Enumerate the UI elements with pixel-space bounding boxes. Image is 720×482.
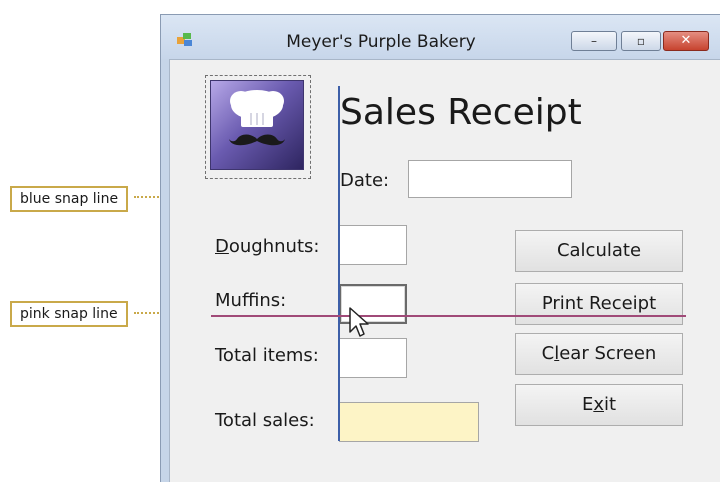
total-items-label: Total items: [215,345,319,366]
clear-post: ear Screen [559,343,657,364]
clear-pre: C [541,343,555,364]
maximize-button[interactable]: ▫ [621,31,661,51]
total-items-textbox[interactable] [339,338,407,378]
clear-screen-button[interactable]: Clear Screen [515,333,683,375]
total-sales-label: Total sales: [215,410,315,431]
maximize-icon: ▫ [636,34,646,48]
total-sales-textbox[interactable] [339,402,479,442]
close-icon: ✕ [680,33,692,48]
callout-blue-snap-line: blue snap line [10,186,129,212]
muffins-label: Muffins: [215,290,287,311]
exit-pre: E [581,394,594,415]
doughnuts-textbox[interactable] [339,225,407,265]
window-title: Meyer's Purple Bakery [286,32,476,52]
minimize-button[interactable]: – [571,31,617,51]
mouse-pointer-icon [349,307,369,337]
calculate-button[interactable]: Calculate [515,230,683,272]
blue-snap-line [338,86,340,441]
doughnuts-mnemonic: D [215,236,229,257]
exit-mnemonic: x [593,394,604,415]
doughnuts-label: Doughnuts: [215,236,319,257]
exit-button[interactable]: Exit [515,384,683,426]
close-button[interactable]: ✕ [663,31,709,51]
chef-hat-mustache-icon [229,90,285,146]
doughnuts-label-text: oughnuts: [228,236,320,257]
heading-sales-receipt: Sales Receipt [340,92,582,133]
minimize-icon: – [591,34,597,48]
app-icon[interactable] [177,33,193,47]
pink-snap-line [211,315,686,317]
date-textbox[interactable] [408,160,572,198]
logo-picture-box[interactable] [210,80,304,170]
exit-post: it [603,394,617,415]
callout-pink-snap-line: pink snap line [10,301,128,327]
print-receipt-button[interactable]: Print Receipt [515,283,683,325]
date-label: Date: [340,170,390,191]
title-bar[interactable]: Meyer's Purple Bakery – ▫ ✕ [161,15,720,59]
